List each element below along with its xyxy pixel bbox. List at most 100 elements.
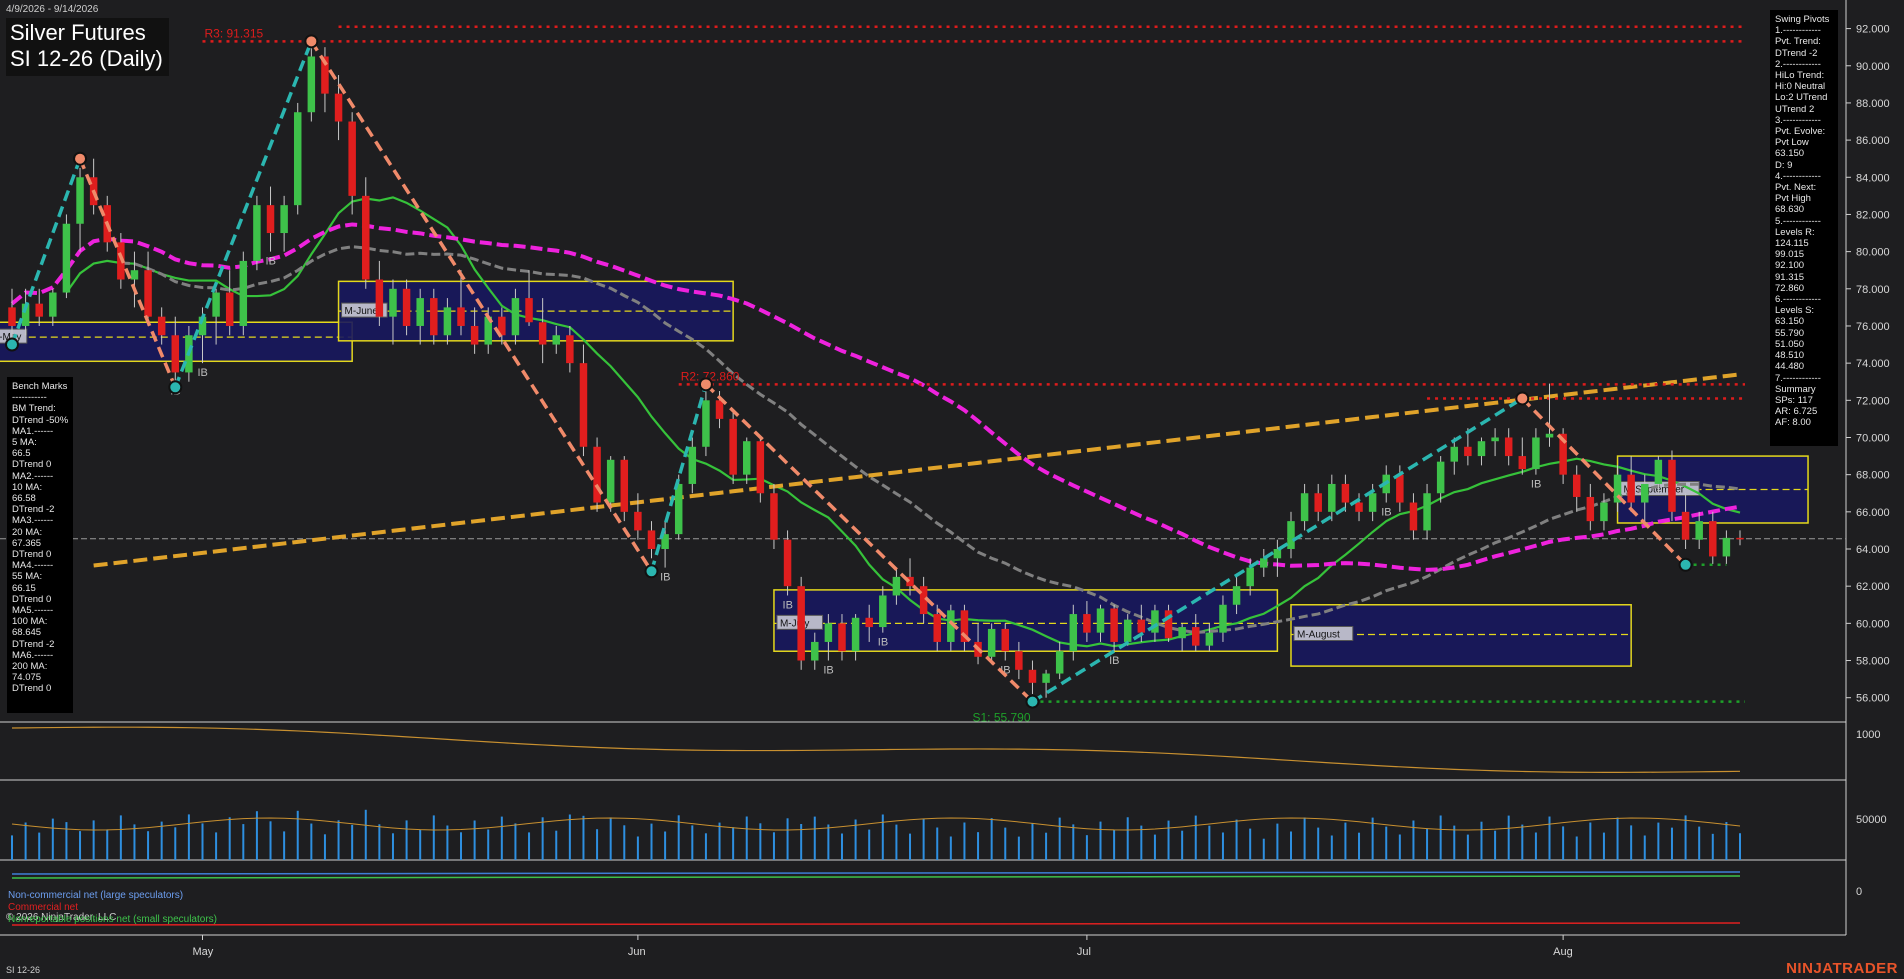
ninjatrader-logo: NINJATRADER — [1786, 960, 1898, 977]
candle-body — [266, 205, 275, 234]
bench-line: DTrend -50% — [12, 414, 69, 426]
contract-name: SI 12-26 (Daily) — [10, 46, 163, 71]
candle-body — [1137, 619, 1146, 633]
bench-line: MA3.------ — [12, 515, 54, 527]
candle-body — [797, 586, 805, 661]
ib-marker: IB — [197, 367, 207, 379]
candle-body — [1260, 558, 1268, 568]
swing-line: 92.100 — [1775, 260, 1805, 272]
swing-pivots-panel: Swing Pivots 1.------------ Pvt. Trend: DTr… — [1770, 10, 1838, 446]
swing-line: Pvt. Trend: — [1775, 36, 1821, 48]
y-tick-label: 76.000 — [1856, 321, 1890, 333]
y-tick-label: 88.000 — [1856, 98, 1890, 110]
footer-symbol: SI 12-26 — [6, 965, 41, 975]
candle-body — [1205, 632, 1214, 646]
swing-line: 124.115 — [1775, 238, 1809, 250]
candle-body — [307, 56, 316, 113]
candle-body — [620, 459, 629, 512]
instrument-name: Silver Futures — [10, 20, 146, 45]
candle-body — [1328, 483, 1336, 512]
support-label: S1: 55.790 — [972, 711, 1030, 725]
bench-line: 66.15 — [12, 582, 36, 594]
swing-line: 99.015 — [1775, 249, 1805, 261]
candle-body — [144, 270, 152, 317]
bench-line: DTrend 0 — [12, 683, 52, 695]
bench-line: 100 MA: — [12, 616, 48, 628]
candle-body — [1532, 437, 1540, 470]
candle-body — [348, 121, 356, 196]
y-tick-label: 82.000 — [1856, 209, 1890, 221]
swing-line: 68.630 — [1775, 204, 1805, 216]
x-tick-label: Jul — [1077, 946, 1091, 958]
bench-line: DTrend -2 — [12, 504, 55, 516]
swing-line: 1.------------ — [1775, 25, 1821, 37]
candle-body — [49, 292, 57, 317]
candle-body — [606, 459, 615, 503]
swing-pivot-dot — [698, 377, 713, 392]
candle-body — [1096, 608, 1105, 633]
y-tick-label: 84.000 — [1856, 172, 1890, 184]
candle-body — [674, 483, 683, 535]
candle-body — [1232, 586, 1241, 605]
candle-body — [756, 441, 765, 494]
bench-line: 74.075 — [12, 672, 42, 684]
candle-body — [1300, 493, 1309, 522]
y-tick-label: 56.000 — [1856, 693, 1890, 705]
bench-line: 10 MA: — [12, 481, 43, 493]
candle-body — [1042, 673, 1050, 683]
swing-line: Summary — [1775, 383, 1816, 395]
candle-body — [253, 205, 261, 261]
bench-line: 66.58 — [12, 493, 36, 505]
oi-tick-label: 1000 — [1856, 729, 1880, 741]
y-tick-label: 58.000 — [1856, 656, 1890, 668]
month-box-label: M-August — [1297, 630, 1340, 641]
bench-line: BM Trend: — [12, 403, 56, 415]
bench-line: 5 MA: — [12, 437, 37, 449]
cot-tick-label: 0 — [1856, 886, 1862, 898]
swing-line: AF: 8.00 — [1775, 417, 1811, 429]
swing-line: 63.150 — [1775, 316, 1805, 328]
swing-line: Swing Pivots — [1775, 14, 1830, 25]
bench-line: DTrend 0 — [12, 549, 52, 561]
swing-line: HiLo Trend: — [1775, 70, 1825, 82]
candle-body — [770, 493, 778, 540]
swing-line: Hi:0 Neutral — [1775, 81, 1826, 93]
candle-body — [865, 617, 873, 628]
date-range: 4/9/2026 - 9/14/2026 — [6, 4, 99, 15]
swing-line: 55.790 — [1775, 327, 1805, 339]
candle-body — [1287, 521, 1295, 550]
candle-body — [416, 298, 424, 326]
swing-line: 44.480 — [1775, 361, 1805, 373]
legend-nonreportable: Nonreportable positions net (small specu… — [8, 914, 217, 925]
price-chart[interactable]: M-MayM-JuneM-JulyM-AugustM-September R3:… — [0, 0, 1904, 979]
candle-body — [1436, 461, 1445, 494]
ib-marker: IB — [1531, 479, 1541, 491]
candle-body — [824, 623, 833, 642]
candle-body — [1654, 459, 1663, 484]
y-tick-label: 92.000 — [1856, 24, 1890, 36]
ib-marker: IB — [1381, 507, 1391, 519]
bench-line: Bench Marks — [12, 381, 68, 392]
swing-line: 5.------------ — [1775, 215, 1821, 227]
candle-body — [1314, 493, 1322, 512]
swing-line: SPs: 117 — [1775, 394, 1813, 406]
candle-body — [1028, 669, 1037, 683]
candle-body — [1736, 537, 1744, 540]
candle-body — [375, 279, 384, 317]
swing-line: 91.315 — [1775, 271, 1805, 283]
candle-body — [1572, 474, 1581, 497]
candle-body — [715, 400, 724, 419]
candle-body — [1722, 537, 1731, 557]
swing-line: Lo:2 UTrend — [1775, 92, 1828, 104]
y-tick-label: 90.000 — [1856, 61, 1890, 73]
swing-line: 3.------------ — [1775, 114, 1821, 126]
candle-body — [1491, 437, 1499, 442]
swing-line: AR: 6.725 — [1775, 406, 1818, 418]
candle-body — [525, 298, 533, 323]
swing-line: Pvt Low — [1775, 137, 1809, 149]
ib-marker: IB — [1109, 655, 1119, 667]
candle-body — [171, 335, 180, 373]
x-tick-label: Jun — [628, 946, 646, 958]
bench-marks-panel: Bench Marks ----------- BM Trend: DTrend -5… — [7, 377, 73, 713]
swing-pivot-dot — [644, 564, 659, 579]
